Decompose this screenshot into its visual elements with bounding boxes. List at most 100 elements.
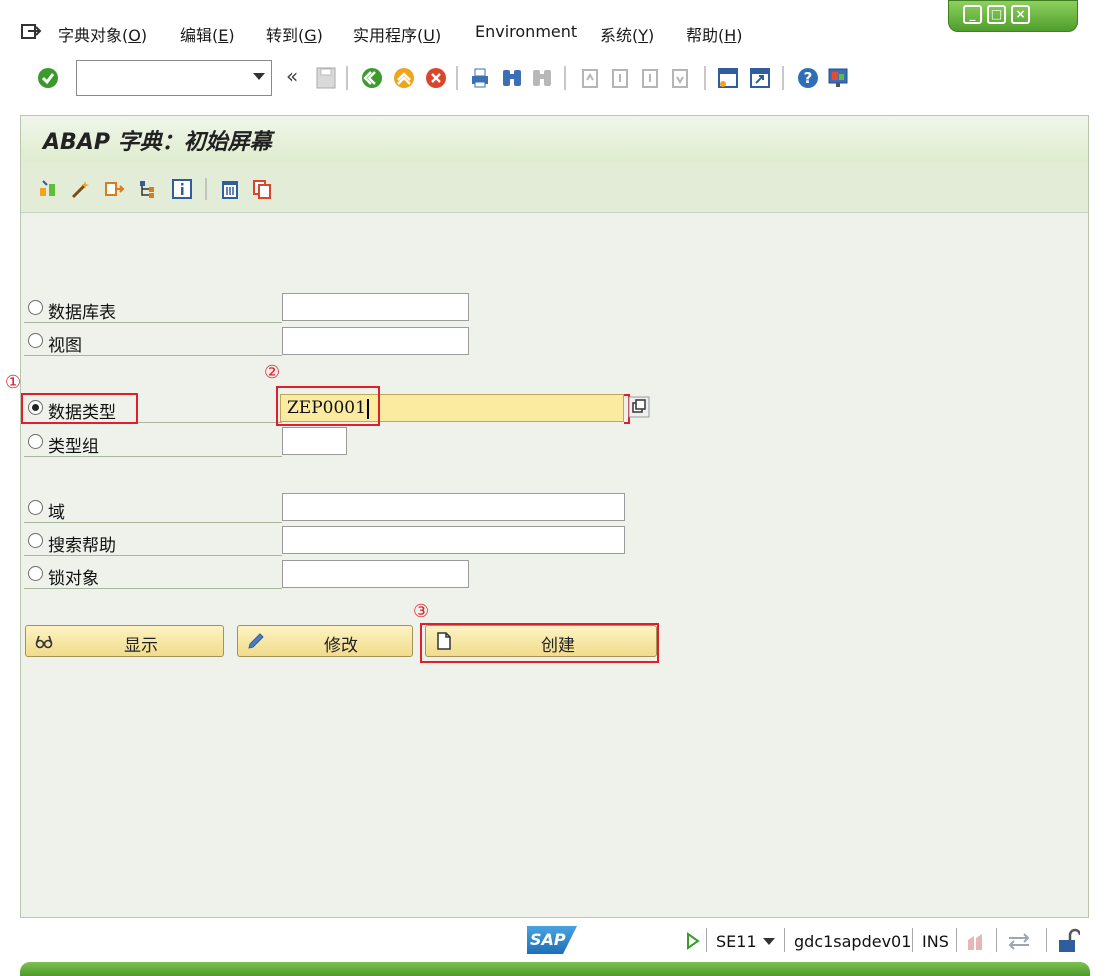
exit-icon[interactable] <box>392 66 416 90</box>
shortcut-icon[interactable] <box>748 66 772 90</box>
application-toolbar <box>21 162 1088 213</box>
separator <box>706 928 707 952</box>
transfer-icon <box>1008 933 1030 950</box>
first-page-icon[interactable] <box>578 66 602 90</box>
highlight-data-type-radio <box>21 393 138 424</box>
hierarchy-icon[interactable] <box>137 178 159 200</box>
play-icon[interactable] <box>686 932 700 950</box>
delete-icon[interactable] <box>219 178 241 200</box>
customize-layout-icon[interactable] <box>826 66 850 90</box>
row-label: 锁对象 <box>48 569 99 589</box>
search-help-input[interactable] <box>282 526 625 554</box>
last-page-icon[interactable] <box>668 66 692 90</box>
server-name: gdc1sapdev01 <box>794 932 912 951</box>
save-icon[interactable] <box>314 66 338 90</box>
separator <box>996 928 997 952</box>
where-used-icon[interactable] <box>103 178 125 200</box>
menu-dictionary-object[interactable]: 字典对象(O) <box>58 22 147 46</box>
info-icon[interactable] <box>171 178 193 200</box>
status-bar-edge <box>20 962 1090 976</box>
menu-edit[interactable]: 编辑(E) <box>180 22 235 46</box>
radio-type-group[interactable] <box>28 434 43 449</box>
help-icon[interactable]: ? <box>796 66 820 90</box>
row-database-table: 数据库表 <box>24 296 282 323</box>
command-field[interactable] <box>76 60 272 96</box>
sap-logo: SAP <box>527 926 577 954</box>
maximize-icon[interactable]: □ <box>987 5 1006 24</box>
close-icon[interactable]: × <box>1011 5 1030 24</box>
separator <box>346 66 348 90</box>
value-help-icon[interactable] <box>628 396 650 418</box>
check-wand-icon[interactable] <box>69 178 91 200</box>
collapse-icon[interactable]: « <box>286 64 298 88</box>
chevron-down-icon[interactable] <box>763 938 775 945</box>
cancel-icon[interactable] <box>424 66 448 90</box>
pencil-icon <box>248 633 264 649</box>
change-button-label: 修改 <box>324 636 358 656</box>
find-icon[interactable] <box>500 66 524 90</box>
row-type-group: 类型组 <box>24 430 282 457</box>
step-marker-1: ① <box>5 372 22 393</box>
row-lock-object: 锁对象 <box>24 562 282 589</box>
minimize-icon[interactable]: _ <box>963 5 982 24</box>
highlight-create-button <box>420 623 659 663</box>
database-table-input[interactable] <box>282 293 469 321</box>
transaction-code: SE11 <box>716 932 757 951</box>
separator <box>956 928 957 952</box>
radio-lock-object[interactable] <box>28 566 43 581</box>
row-view: 视图 <box>24 329 282 356</box>
menu-environment[interactable]: Environment <box>475 22 577 41</box>
row-domain: 域 <box>24 496 282 523</box>
status-bar: SAP SE11 gdc1sapdev01 INS <box>0 918 1114 976</box>
view-input[interactable] <box>282 327 469 355</box>
display-button-label: 显示 <box>124 636 158 656</box>
window-controls: _ □ × <box>948 0 1078 32</box>
menu-bar: 字典对象(O) 编辑(E) 转到(G) 实用程序(U) Environment … <box>0 16 940 50</box>
title-bar: ABAP 字典：初始屏幕 <box>21 116 1088 163</box>
menu-utilities[interactable]: 实用程序(U) <box>353 22 441 46</box>
copy-icon[interactable] <box>251 178 273 200</box>
other-object-icon[interactable] <box>37 178 59 200</box>
unlock-icon[interactable] <box>1056 928 1080 954</box>
separator <box>456 66 458 90</box>
menu-help[interactable]: 帮助(H) <box>686 22 743 46</box>
enter-check-icon[interactable] <box>36 66 60 90</box>
insert-mode: INS <box>922 932 949 951</box>
row-label: 视图 <box>48 336 82 356</box>
domain-input[interactable] <box>282 493 625 521</box>
new-session-icon[interactable] <box>716 66 740 90</box>
previous-page-icon[interactable] <box>608 66 632 90</box>
menu-goto[interactable]: 转到(G) <box>266 22 323 46</box>
print-icon[interactable] <box>468 66 492 90</box>
main-panel: ABAP 字典：初始屏幕 数据库表 视图 数据类型 ZEP0001 类型组 域 … <box>20 115 1089 918</box>
row-label: 域 <box>48 503 65 523</box>
highlight-data-type-input <box>276 386 380 426</box>
separator <box>564 66 566 90</box>
svg-text:?: ? <box>804 69 813 87</box>
back-icon[interactable] <box>360 66 384 90</box>
radio-view[interactable] <box>28 333 43 348</box>
row-search-help: 搜索帮助 <box>24 529 282 556</box>
connection-icon <box>968 934 982 950</box>
page-title: ABAP 字典：初始屏幕 <box>43 130 272 155</box>
display-button[interactable]: 显示 <box>25 625 224 657</box>
row-label: 类型组 <box>48 437 99 457</box>
lock-object-input[interactable] <box>282 560 469 588</box>
radio-database-table[interactable] <box>28 300 43 315</box>
menu-arrow-icon[interactable] <box>20 22 42 42</box>
chevron-down-icon[interactable] <box>253 73 265 80</box>
radio-search-help[interactable] <box>28 533 43 548</box>
type-group-input[interactable] <box>282 427 347 455</box>
separator <box>782 66 784 90</box>
standard-toolbar: « ? <box>0 60 1114 100</box>
step-marker-2: ② <box>264 362 281 383</box>
change-button[interactable]: 修改 <box>237 625 413 657</box>
find-next-icon[interactable] <box>530 66 554 90</box>
next-page-icon[interactable] <box>638 66 662 90</box>
separator <box>205 178 207 200</box>
radio-domain[interactable] <box>28 500 43 515</box>
glasses-icon <box>35 635 53 649</box>
step-marker-3: ③ <box>413 601 430 622</box>
separator <box>1046 928 1047 952</box>
menu-system[interactable]: 系统(Y) <box>600 22 654 46</box>
